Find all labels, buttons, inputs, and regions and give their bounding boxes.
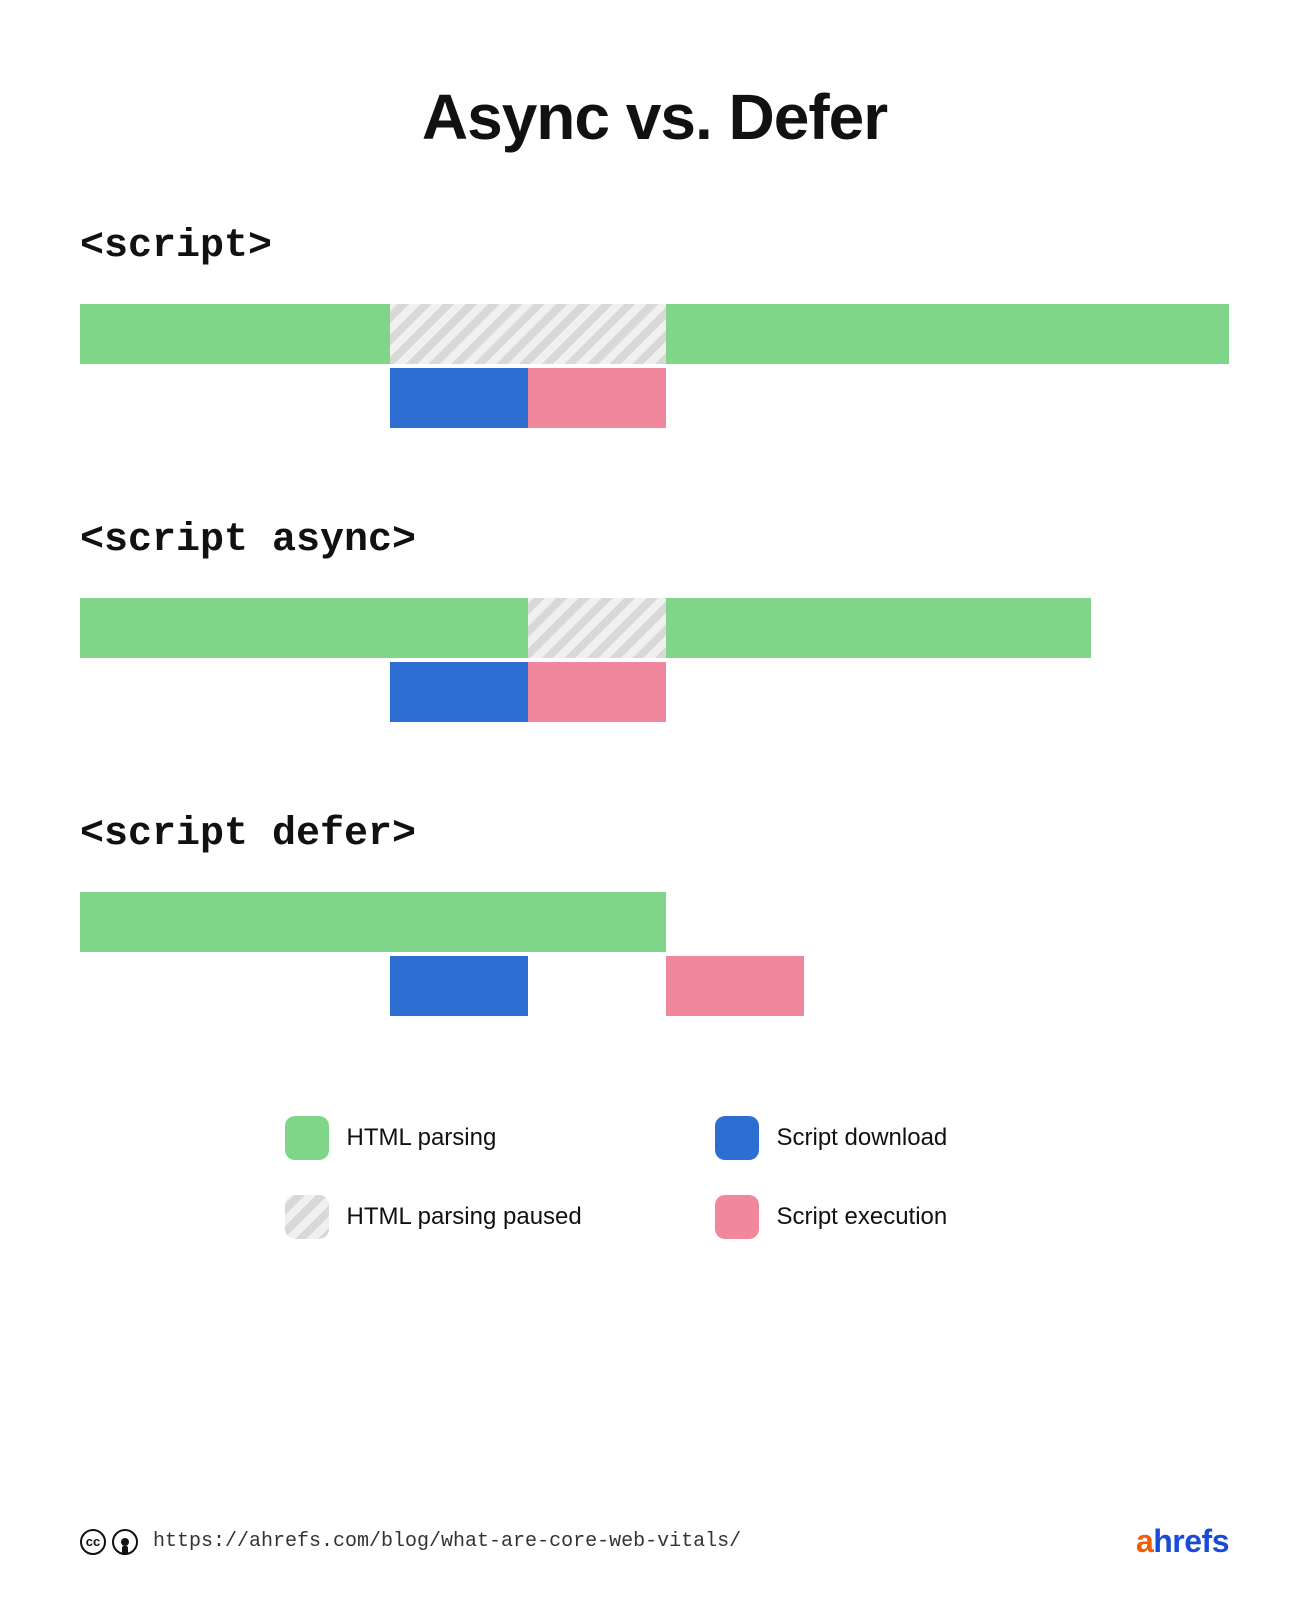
timeline: [80, 892, 1229, 1016]
timeline-section: <script defer>: [80, 812, 1229, 1016]
legend-swatch: [285, 1195, 329, 1239]
brand-logo: ahrefs: [1136, 1523, 1229, 1560]
legend-swatch: [285, 1116, 329, 1160]
segment-empty: [80, 368, 390, 428]
legend-label: Script download: [777, 1124, 948, 1152]
cc-icon: cc: [80, 1529, 106, 1555]
timeline: [80, 598, 1229, 722]
script-row: [80, 368, 1229, 428]
section-label: <script defer>: [80, 812, 1229, 857]
cc-license-icons: cc: [80, 1529, 138, 1555]
segment-green: [80, 304, 390, 364]
legend: HTML parsing Script download HTML parsing …: [285, 1116, 1025, 1239]
segment-empty: [80, 956, 390, 1016]
page-title: Async vs. Defer: [80, 80, 1229, 154]
timeline-section: <script>: [80, 224, 1229, 428]
timeline: [80, 304, 1229, 428]
diagram-container: <script> <script async> <script defer>: [80, 224, 1229, 1106]
parsing-row: [80, 304, 1229, 364]
parsing-row: [80, 892, 1229, 952]
legend-item: HTML parsing paused: [285, 1195, 595, 1239]
segment-blue: [390, 662, 528, 722]
segment-pink: [666, 956, 804, 1016]
legend-item: HTML parsing: [285, 1116, 595, 1160]
segment-paused: [528, 598, 666, 658]
segment-paused: [390, 304, 666, 364]
segment-green: [80, 892, 666, 952]
segment-blue: [390, 368, 528, 428]
segment-empty: [528, 956, 666, 1016]
footer: cc https://ahrefs.com/blog/what-are-core…: [80, 1473, 1229, 1560]
source-url: https://ahrefs.com/blog/what-are-core-we…: [153, 1530, 741, 1553]
brand-prefix: a: [1136, 1523, 1153, 1559]
legend-label: HTML parsing: [347, 1124, 497, 1152]
segment-empty: [80, 662, 390, 722]
brand-rest: hrefs: [1153, 1523, 1229, 1559]
legend-swatch: [715, 1195, 759, 1239]
footer-left: cc https://ahrefs.com/blog/what-are-core…: [80, 1529, 741, 1555]
cc-by-icon: [112, 1529, 138, 1555]
section-label: <script>: [80, 224, 1229, 269]
segment-green: [80, 598, 528, 658]
legend-item: Script download: [715, 1116, 1025, 1160]
segment-pink: [528, 368, 666, 428]
legend-label: Script execution: [777, 1203, 948, 1231]
legend-item: Script execution: [715, 1195, 1025, 1239]
segment-pink: [528, 662, 666, 722]
section-label: <script async>: [80, 518, 1229, 563]
script-row: [80, 662, 1229, 722]
script-row: [80, 956, 1229, 1016]
parsing-row: [80, 598, 1229, 658]
timeline-section: <script async>: [80, 518, 1229, 722]
legend-swatch: [715, 1116, 759, 1160]
segment-blue: [390, 956, 528, 1016]
segment-green: [666, 598, 1091, 658]
legend-label: HTML parsing paused: [347, 1203, 582, 1231]
segment-green: [666, 304, 1229, 364]
